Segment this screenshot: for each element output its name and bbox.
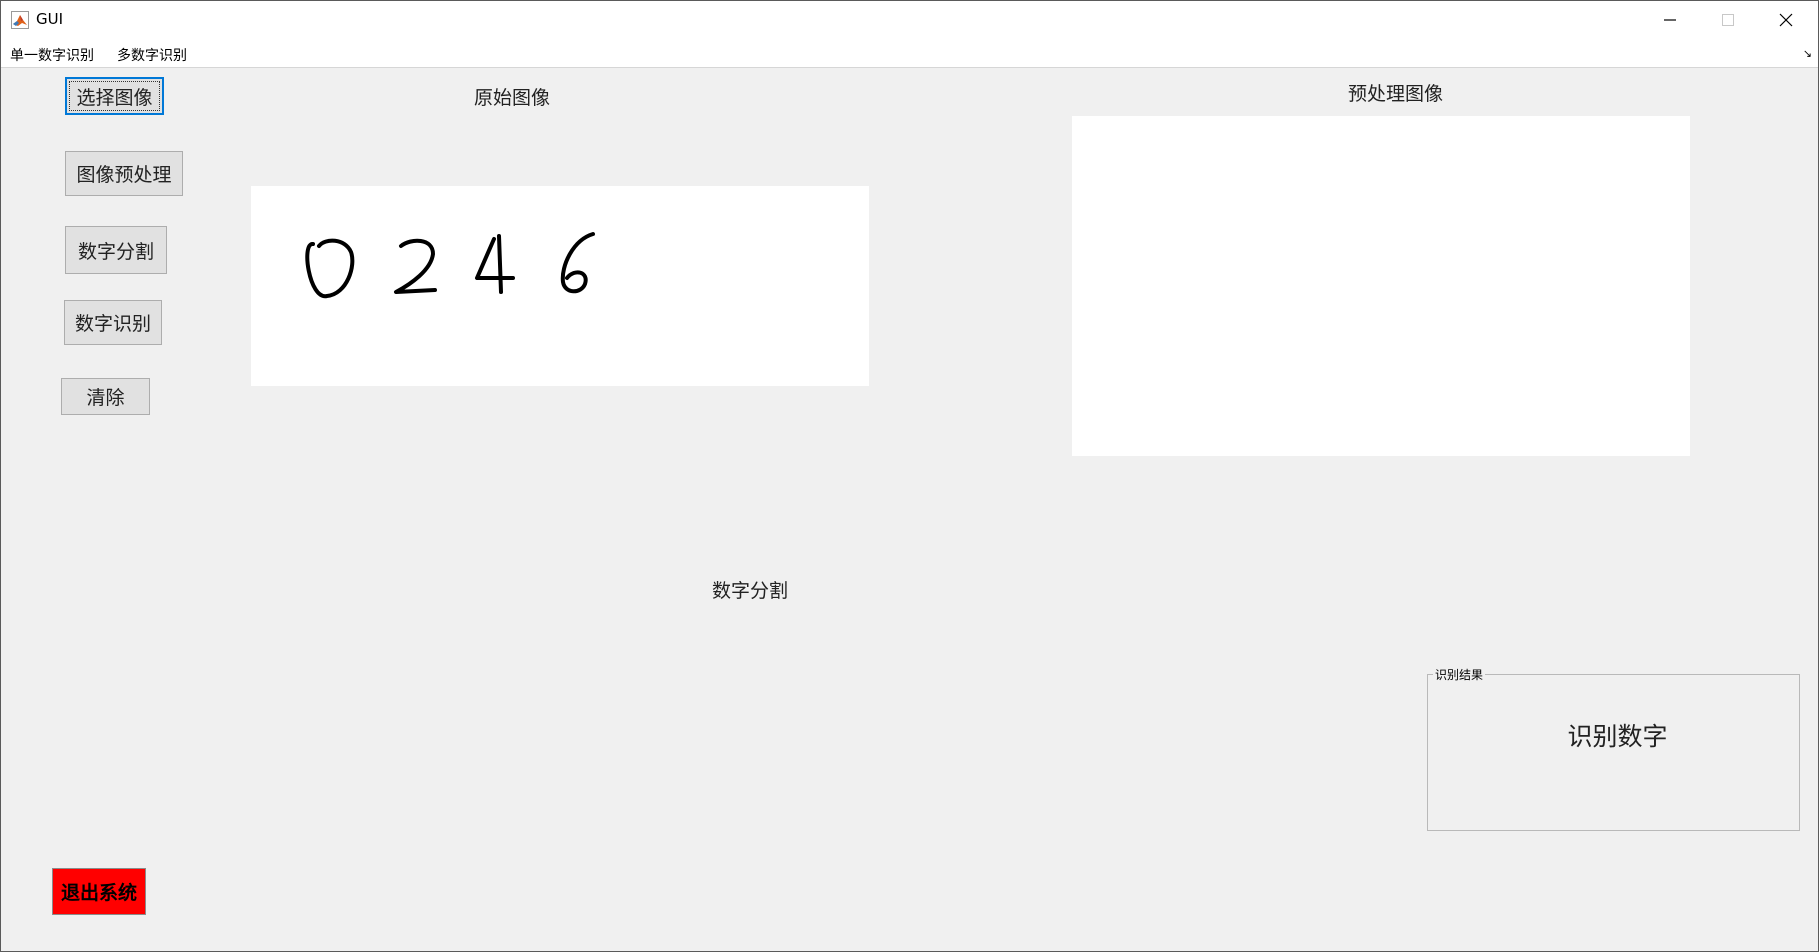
clear-label: 清除 [86,387,125,409]
close-icon [1779,13,1793,27]
app-window: GUI 单一数字识别 多数字识别 ↘ 选择图像 图像预处理 数字分割 数字识别 … [0,0,1819,952]
preprocessed-image-label: 预处理图像 [1348,83,1444,105]
digit-2-stroke [394,238,437,294]
preprocess-button[interactable]: 图像预处理 [65,151,183,196]
result-panel: 识别结果 识别数字 [1427,666,1800,831]
exit-system-button[interactable]: 退出系统 [52,868,146,915]
digit-0-stroke [305,238,355,299]
close-button[interactable] [1758,1,1816,39]
minimize-icon [1664,19,1676,21]
segment-label: 数字分割 [77,240,154,263]
recognize-button[interactable]: 数字识别 [64,300,162,345]
select-image-label: 选择图像 [76,86,153,109]
window-title: GUI [36,10,64,28]
toolbar-toggle-icon[interactable]: ↘ [1803,47,1812,60]
select-image-button[interactable]: 选择图像 [65,77,164,115]
minimize-button[interactable] [1642,1,1700,39]
recognized-digits-text: 识别数字 [1567,722,1668,751]
menu-bar: 单一数字识别 多数字识别 ↘ [1,39,1818,68]
preprocessed-image-axes [1072,116,1690,456]
exit-system-label: 退出系统 [60,882,137,904]
clear-button[interactable]: 清除 [61,378,150,415]
digit-4-stroke [475,234,515,294]
digit-6-stroke [560,232,595,294]
segment-button[interactable]: 数字分割 [65,226,167,274]
title-bar[interactable]: GUI [1,1,1818,39]
recognize-label: 数字识别 [74,313,151,335]
result-panel-title: 识别结果 [1433,666,1486,683]
preprocess-label: 图像预处理 [76,164,172,186]
handwritten-digits-image [305,232,595,299]
matlab-logo-icon [11,11,29,29]
menu-single-digit[interactable]: 单一数字识别 [10,45,94,65]
maximize-icon [1722,14,1734,26]
original-image-axes [251,186,869,386]
menu-multi-digit[interactable]: 多数字识别 [117,45,187,65]
maximize-button[interactable] [1700,1,1758,39]
digit-segmentation-label: 数字分割 [712,580,789,602]
original-image-label: 原始图像 [474,87,551,109]
